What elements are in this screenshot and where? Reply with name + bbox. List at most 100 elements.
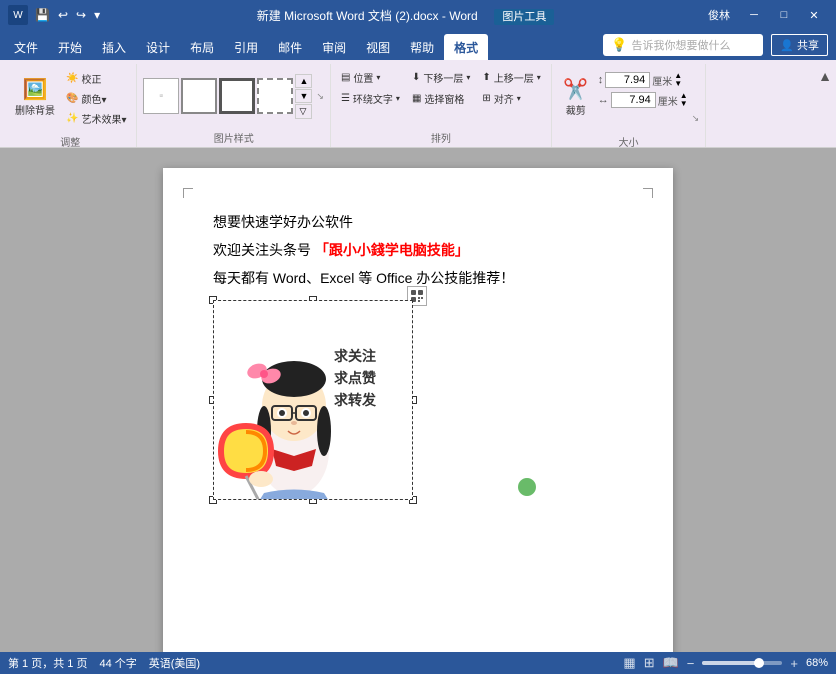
position-btn[interactable]: ▤ 位置 ▾ bbox=[337, 68, 404, 87]
position-dropdown-icon: ▾ bbox=[376, 73, 380, 82]
view-web-btn[interactable]: ⊞ bbox=[644, 655, 655, 671]
window-close-btn[interactable]: ✕ bbox=[800, 5, 828, 25]
char-count-label: 44 个字 bbox=[99, 655, 136, 671]
size-inputs: ↕ 7.94 厘米 ▲ ▼ ↔ 7.94 厘米 bbox=[598, 72, 688, 108]
wrap-dropdown-icon: ▾ bbox=[396, 94, 400, 103]
tab-layout[interactable]: 布局 bbox=[180, 34, 224, 60]
cursor-dot bbox=[518, 478, 536, 496]
tab-home[interactable]: 开始 bbox=[48, 34, 92, 60]
wrap-text-btn[interactable]: ☰ 环绕文字 ▾ bbox=[337, 89, 404, 108]
share-btn[interactable]: 👤 共享 bbox=[771, 34, 828, 56]
cartoon-image: 求关注 求点赞 求转发 bbox=[214, 301, 413, 500]
page-corner-tl bbox=[183, 188, 193, 198]
quick-access-toolbar: 💾 ↩ ↪ ▾ bbox=[32, 6, 103, 24]
ribbon-group-picture-styles: ▫️ ▲ ▼ ▽ ↘ 图片样式 bbox=[137, 64, 330, 147]
redo-quick-btn[interactable]: ↪ bbox=[73, 6, 89, 24]
search-box[interactable]: 💡 告诉我你想要做什么 bbox=[603, 34, 763, 56]
title-text: 新建 Microsoft Word 文档 (2).docx - Word 图片工… bbox=[103, 7, 708, 24]
picture-style-expand-icon[interactable]: ↘ bbox=[316, 91, 324, 102]
style-scroll-up-btn[interactable]: ▲ bbox=[295, 74, 312, 88]
zoom-slider[interactable] bbox=[702, 661, 782, 665]
doc-line2: 欢迎关注头条号 「跟小小錢学电脑技能」 bbox=[213, 236, 623, 264]
window-maximize-btn[interactable]: □ bbox=[770, 5, 798, 25]
bring-forward-btn[interactable]: ⬆ 上移一层 ▾ bbox=[478, 68, 544, 87]
word-app-icon: W bbox=[8, 5, 28, 25]
tab-help[interactable]: 帮助 bbox=[400, 34, 444, 60]
selection-pane-btn[interactable]: ▦ 选择窗格 bbox=[408, 89, 474, 108]
width-spinner: ▲ ▼ bbox=[680, 92, 688, 108]
wrap-label: 环绕文字 bbox=[353, 91, 393, 106]
arrange-col3: ⬆ 上移一层 ▾ ⊞ 对齐 ▾ bbox=[478, 68, 544, 108]
page-info-label: 第 1 页，共 1 页 bbox=[8, 655, 87, 671]
style-swatch-1[interactable]: ▫️ bbox=[143, 78, 179, 114]
position-icon: ▤ bbox=[341, 72, 350, 83]
tab-references[interactable]: 引用 bbox=[224, 34, 268, 60]
width-input[interactable]: 7.94 bbox=[611, 92, 656, 108]
send-back-btn[interactable]: ⬇ 下移一层 ▾ bbox=[408, 68, 474, 87]
collapse-icon: ▲ bbox=[818, 68, 832, 84]
title-bar: W 💾 ↩ ↪ ▾ 新建 Microsoft Word 文档 (2).docx … bbox=[0, 0, 836, 30]
title-bar-right: 俊林 ─ □ ✕ bbox=[708, 5, 828, 25]
artistic-effects-btn[interactable]: ✨ 艺术效果▾ bbox=[62, 109, 130, 128]
doc-line2-highlight: 「跟小小錢学电脑技能」 bbox=[315, 242, 469, 258]
tab-view[interactable]: 视图 bbox=[356, 34, 400, 60]
style-swatch-2[interactable] bbox=[181, 78, 217, 114]
title-bar-left: W 💾 ↩ ↪ ▾ bbox=[8, 5, 103, 25]
svg-text:求关注: 求关注 bbox=[334, 348, 376, 364]
arrange-col1: ▤ 位置 ▾ ☰ 环绕文字 ▾ bbox=[337, 68, 404, 108]
artistic-icon: ✨ bbox=[66, 113, 78, 124]
view-read-btn[interactable]: 📖 bbox=[663, 655, 679, 671]
width-down-btn[interactable]: ▼ bbox=[680, 100, 688, 108]
image-box: 求关注 求点赞 求转发 bbox=[213, 300, 413, 500]
zoom-in-btn[interactable]: + bbox=[790, 656, 798, 671]
qa-dropdown-btn[interactable]: ▾ bbox=[91, 6, 103, 24]
style-swatch-3[interactable] bbox=[219, 78, 255, 114]
tab-design[interactable]: 设计 bbox=[136, 34, 180, 60]
correct-btn[interactable]: ☀️ 校正 bbox=[62, 69, 130, 88]
crop-btn[interactable]: ✂️ 裁剪 bbox=[558, 68, 594, 128]
style-swatch-4[interactable] bbox=[257, 78, 293, 114]
height-spinner: ▲ ▼ bbox=[674, 72, 682, 88]
tab-insert[interactable]: 插入 bbox=[92, 34, 136, 60]
remove-background-btn[interactable]: 🖼️ 删除背景 bbox=[10, 68, 60, 128]
adjust-group-label: 调整 bbox=[60, 132, 80, 151]
style-scroll-down-btn[interactable]: ▼ bbox=[295, 89, 312, 103]
send-back-label: 下移一层 bbox=[423, 70, 463, 85]
page-corner-tr bbox=[643, 188, 653, 198]
size-expand-icon[interactable]: ↘ bbox=[692, 113, 700, 124]
arrange-content: ▤ 位置 ▾ ☰ 环绕文字 ▾ ⬇ 下移一层 ▾ ▦ 选择窗格 bbox=[337, 64, 545, 128]
style-scroll-btns: ▲ ▼ ▽ bbox=[295, 74, 312, 119]
tab-file[interactable]: 文件 bbox=[4, 34, 48, 60]
search-placeholder-text: 告诉我你想要做什么 bbox=[631, 37, 730, 53]
tab-review[interactable]: 审阅 bbox=[312, 34, 356, 60]
doc-line2-pre: 欢迎关注头条号 bbox=[213, 242, 311, 258]
position-label: 位置 bbox=[353, 70, 373, 85]
align-btn[interactable]: ⊞ 对齐 ▾ bbox=[478, 89, 544, 108]
tab-format[interactable]: 格式 bbox=[444, 34, 488, 60]
status-bar-right: ▦ ⊞ 📖 − + 68% bbox=[623, 655, 828, 671]
window-minimize-btn[interactable]: ─ bbox=[740, 5, 768, 25]
zoom-fill bbox=[702, 661, 756, 665]
adjust-buttons: 🖼️ 删除背景 ☀️ 校正 🎨 颜色▾ ✨ 艺术效果▾ bbox=[10, 64, 130, 132]
zoom-out-btn[interactable]: − bbox=[687, 656, 695, 671]
picture-styles-label: 图片样式 bbox=[214, 128, 254, 147]
selection-pane-label: 选择窗格 bbox=[424, 91, 464, 106]
ribbon-group-arrange: ▤ 位置 ▾ ☰ 环绕文字 ▾ ⬇ 下移一层 ▾ ▦ 选择窗格 bbox=[331, 64, 552, 147]
image-container[interactable]: 求关注 求点赞 求转发 bbox=[213, 300, 413, 500]
adjust-small-buttons: ☀️ 校正 🎨 颜色▾ ✨ 艺术效果▾ bbox=[62, 69, 130, 128]
undo-quick-btn[interactable]: ↩ bbox=[55, 6, 71, 24]
selection-pane-icon: ▦ bbox=[412, 93, 421, 104]
view-print-btn[interactable]: ▦ bbox=[623, 655, 635, 671]
save-quick-btn[interactable]: 💾 bbox=[32, 6, 53, 24]
height-input[interactable]: 7.94 bbox=[605, 72, 650, 88]
tab-mail[interactable]: 邮件 bbox=[268, 34, 312, 60]
style-expand-btn[interactable]: ▽ bbox=[295, 104, 312, 119]
zoom-thumb[interactable] bbox=[754, 658, 764, 668]
collapse-ribbon-btn[interactable]: ▲ bbox=[818, 64, 832, 147]
height-down-btn[interactable]: ▼ bbox=[674, 80, 682, 88]
ribbon-toolbar: 🖼️ 删除背景 ☀️ 校正 🎨 颜色▾ ✨ 艺术效果▾ 调整 bbox=[0, 60, 836, 148]
size-content: ✂️ 裁剪 ↕ 7.94 厘米 ▲ ▼ ↔ bbox=[558, 64, 699, 132]
align-icon: ⊞ bbox=[482, 93, 490, 104]
send-back-icon: ⬇ bbox=[412, 72, 420, 83]
color-btn[interactable]: 🎨 颜色▾ bbox=[62, 89, 130, 108]
